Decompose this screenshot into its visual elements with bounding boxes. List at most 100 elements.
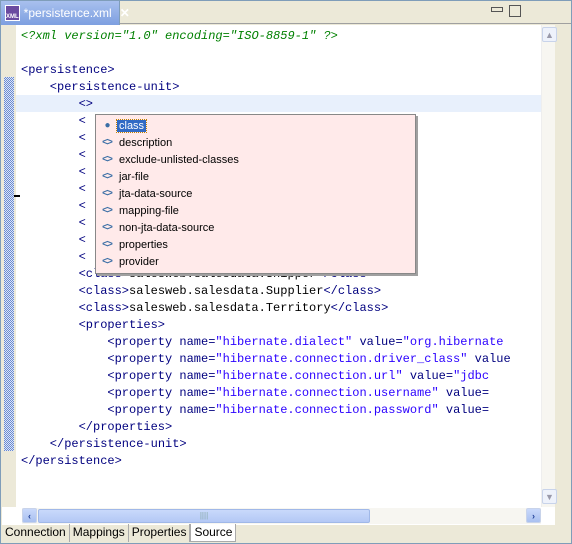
code-token-attr: value= xyxy=(402,369,454,383)
autocomplete-item[interactable]: <> non-jta-data-source xyxy=(100,219,216,236)
code-token-decl: <?xml version="1.0" encoding="ISO-8859-1… xyxy=(21,29,338,43)
autocomplete-item-label: provider xyxy=(119,255,159,268)
close-icon[interactable]: ✕ xyxy=(120,6,130,20)
code-token-attr: name= xyxy=(179,386,216,400)
tab-connection[interactable]: Connection xyxy=(2,524,70,542)
code-token-tag: <property xyxy=(107,335,180,349)
code-token-val: "hibernate.connection.password" xyxy=(215,403,439,417)
code-line: </persistence> xyxy=(21,453,122,470)
code-token-tag: <class> xyxy=(78,301,130,315)
bottom-page-tabs: Connection Mappings Properties Source xyxy=(2,524,237,543)
code-token-tag: <class> xyxy=(78,284,130,298)
xml-file-icon: XML xyxy=(5,5,20,21)
code-token-attr: name= xyxy=(179,335,216,349)
code-token-tag: <persistence> xyxy=(21,63,115,77)
scroll-up-button[interactable]: ▲ xyxy=(542,27,557,42)
code-token-tag: < xyxy=(78,199,86,213)
code-token-tag: <persistence-unit> xyxy=(49,80,180,94)
code-token-val: "hibernate.connection.driver_class" xyxy=(215,352,468,366)
xml-element-icon: <> xyxy=(102,188,113,199)
code-token-tag: < xyxy=(78,148,86,162)
autocomplete-item[interactable]: <> exclude-unlisted-classes xyxy=(100,151,241,168)
code-token-val: "org.hibernate xyxy=(402,335,504,349)
autocomplete-item-label: description xyxy=(119,136,173,149)
code-token-tag: </properties> xyxy=(78,420,173,434)
tab-mappings[interactable]: Mappings xyxy=(70,524,129,542)
code-line: <properties> xyxy=(79,317,165,334)
code-token-tag: <properties> xyxy=(78,318,166,332)
code-token-attr: name= xyxy=(179,369,216,383)
autocomplete-item[interactable]: <> jar-file xyxy=(100,168,151,185)
editor-tab-bar: XML *persistence.xml ✕ xyxy=(1,1,571,25)
code-token-tag: </persistence> xyxy=(21,454,122,468)
code-line: < xyxy=(79,232,86,249)
code-line: <property name="hibernate.connection.url… xyxy=(107,368,489,385)
autocomplete-item[interactable]: <> description xyxy=(100,134,174,151)
code-token-tag: </class> xyxy=(330,301,389,315)
tab-source[interactable]: Source xyxy=(190,524,237,542)
minimize-button[interactable] xyxy=(491,7,503,12)
code-token-tag: < xyxy=(78,233,86,247)
code-token-tag: </class> xyxy=(323,284,382,298)
code-token-attr: name= xyxy=(179,403,216,417)
code-token-tag: < xyxy=(78,182,86,196)
code-token-tag: <property xyxy=(107,369,180,383)
scroll-left-button[interactable]: ‹ xyxy=(22,508,37,523)
code-token-attr: value xyxy=(467,352,511,366)
tab-properties[interactable]: Properties xyxy=(129,524,191,542)
code-token-tag: <property xyxy=(107,352,180,366)
code-token-tag: < xyxy=(78,216,86,230)
code-token-val: "hibernate.dialect" xyxy=(215,335,353,349)
change-indicator xyxy=(4,77,14,451)
autocomplete-item[interactable]: <> mapping-file xyxy=(100,202,181,219)
content-assist-popup: ● class <> description <> exclude-unlisted-cl… xyxy=(95,114,416,274)
code-token-attr: value= xyxy=(352,335,403,349)
maximize-button[interactable] xyxy=(509,5,521,17)
code-line: <persistence> xyxy=(21,62,115,79)
code-token-val: "jdbc xyxy=(453,369,490,383)
horizontal-scroll-thumb[interactable]: |||| xyxy=(38,509,370,523)
autocomplete-item[interactable]: ● class xyxy=(100,117,148,134)
code-line: < xyxy=(79,215,86,232)
autocomplete-item[interactable]: <> jta-data-source xyxy=(100,185,194,202)
code-line: <class>salesweb.salesdata.Supplier</clas… xyxy=(79,283,381,300)
autocomplete-item-label: properties xyxy=(119,238,168,251)
vertical-scrollbar[interactable]: ▲ ▼ xyxy=(541,25,557,507)
code-token-txt: salesweb.salesdata.Territory xyxy=(129,301,331,315)
code-token-tag: </persistence-unit> xyxy=(49,437,187,451)
autocomplete-item-label: jar-file xyxy=(119,170,149,183)
xml-element-icon: <> xyxy=(102,256,113,267)
code-token-tag: < xyxy=(78,250,86,264)
xml-source-editor[interactable]: <?xml version="1.0" encoding="ISO-8859-1… xyxy=(2,25,557,525)
code-token-attr: value= xyxy=(438,386,490,400)
editor-window: XML *persistence.xml ✕ <?xml version="1.… xyxy=(0,0,572,544)
autocomplete-item[interactable]: <> properties xyxy=(100,236,170,253)
autocomplete-item[interactable]: <> provider xyxy=(100,253,161,270)
xml-element-icon: <> xyxy=(102,239,113,250)
code-line: </persistence-unit> xyxy=(50,436,187,453)
xml-element-icon: <> xyxy=(102,171,113,182)
scroll-right-button[interactable]: › xyxy=(526,508,541,523)
xml-element-icon: <> xyxy=(102,137,113,148)
code-token-tag: < xyxy=(78,131,86,145)
code-token-tag: <> xyxy=(78,97,93,111)
scroll-down-button[interactable]: ▼ xyxy=(542,489,557,504)
code-token-val: "hibernate.connection.url" xyxy=(215,369,403,383)
code-line: <property name="hibernate.connection.pas… xyxy=(107,402,489,419)
code-line: </properties> xyxy=(79,419,173,436)
code-line: <class>salesweb.salesdata.Territory</cla… xyxy=(79,300,389,317)
xml-element-icon: <> xyxy=(102,222,113,233)
autocomplete-item-label: jta-data-source xyxy=(119,187,193,200)
autocomplete-item-label: mapping-file xyxy=(119,204,179,217)
code-line: <persistence-unit> xyxy=(50,79,180,96)
code-token-attr: value= xyxy=(438,403,490,417)
code-token-tag: < xyxy=(78,114,86,128)
code-token-tag: <property xyxy=(107,403,180,417)
autocomplete-item-label: exclude-unlisted-classes xyxy=(119,153,239,166)
horizontal-scrollbar[interactable]: ‹ |||| › xyxy=(22,508,541,524)
xml-element-icon: <> xyxy=(102,154,113,165)
code-line: <?xml version="1.0" encoding="ISO-8859-1… xyxy=(21,28,338,45)
editor-tab-persistence-xml[interactable]: XML *persistence.xml ✕ xyxy=(1,1,130,25)
code-line: <property name="hibernate.connection.use… xyxy=(107,385,489,402)
autocomplete-item-label: non-jta-data-source xyxy=(119,221,215,234)
